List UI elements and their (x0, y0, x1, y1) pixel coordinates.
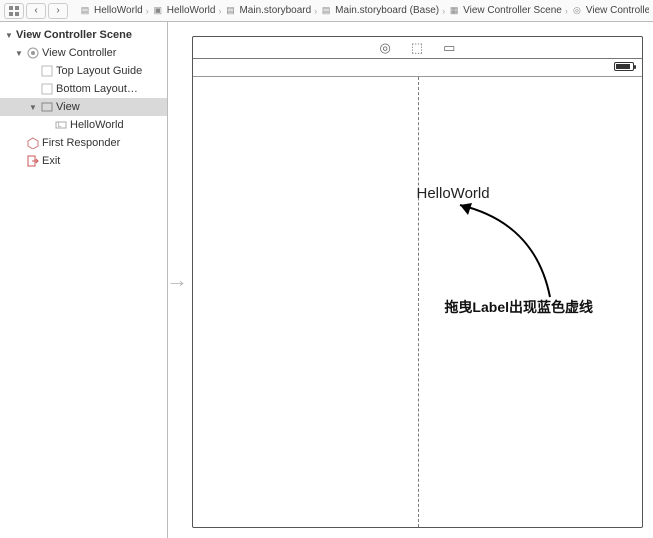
grid-icon (9, 6, 19, 16)
file-icon: ▤ (79, 5, 91, 17)
view-icon (40, 100, 54, 114)
outline-label: View Controller (42, 47, 116, 59)
disclosure-triangle-icon[interactable]: ▼ (28, 103, 38, 112)
label-icon: L (54, 118, 68, 132)
outline-view[interactable]: ▼ View (0, 98, 167, 116)
vc-icon: ◎ (571, 5, 583, 17)
outline-label-helloworld[interactable]: L HelloWorld (0, 116, 167, 134)
crumb-storyboard-base[interactable]: ▤Main.storyboard (Base) (317, 5, 442, 17)
status-bar (193, 59, 642, 77)
crumb-viewcontroller[interactable]: ◎View Controller (568, 5, 649, 17)
crumb-folder[interactable]: ▣HelloWorld (149, 5, 219, 17)
outline-label: First Responder (42, 137, 120, 149)
outline-top-layout-guide[interactable]: Top Layout Guide (0, 62, 167, 80)
back-button[interactable]: ‹ (26, 3, 46, 19)
layout-guide-icon (40, 82, 54, 96)
outline-label: HelloWorld (70, 119, 124, 131)
document-outline: ▼ View Controller Scene ▼ View Controlle… (0, 22, 168, 538)
forward-button[interactable]: › (48, 3, 68, 19)
outline-viewcontroller[interactable]: ▼ View Controller (0, 44, 167, 62)
folder-icon: ▣ (152, 5, 164, 17)
vc-dock-icon[interactable]: ◎ (380, 40, 391, 56)
crumb-label: HelloWorld (167, 5, 216, 16)
outline-label: View Controller Scene (16, 29, 132, 41)
crumb-label: Main.storyboard (239, 5, 311, 16)
vc-icon (26, 46, 40, 60)
exit-icon (26, 154, 40, 168)
initial-vc-arrow-icon: → (166, 267, 188, 293)
outline-scene[interactable]: ▼ View Controller Scene (0, 26, 167, 44)
battery-icon (614, 62, 634, 71)
chevron-right-icon: › (56, 5, 59, 16)
disclosure-triangle-icon[interactable]: ▼ (4, 31, 14, 40)
crumb-label: Main.storyboard (Base) (335, 5, 439, 16)
jump-bar: ‹ › ▤HelloWorld › ▣HelloWorld › ▤Main.st… (0, 0, 653, 22)
crumb-project[interactable]: ▤HelloWorld (76, 5, 146, 17)
crumb-label: View Controller (586, 5, 649, 16)
scene-icon: ▦ (448, 5, 460, 17)
crumb-scene[interactable]: ▦View Controller Scene (445, 5, 565, 17)
outline-label: Exit (42, 155, 60, 167)
related-items-button[interactable] (4, 3, 24, 19)
annotation-text: 拖曳Label出现蓝色虚线 (444, 297, 593, 317)
breadcrumb: ▤HelloWorld › ▣HelloWorld › ▤Main.storyb… (76, 5, 649, 17)
first-responder-dock-icon[interactable]: ⬚ (411, 40, 423, 56)
outline-label: Top Layout Guide (56, 65, 142, 77)
view-controller-frame[interactable]: ◎ ⬚ ▭ HelloWorld 拖曳Label出现蓝色虚线 (192, 36, 643, 528)
file-icon: ▤ (320, 5, 332, 17)
scene-dock: ◎ ⬚ ▭ (193, 37, 642, 59)
layout-guide-icon (40, 64, 54, 78)
root-view[interactable]: HelloWorld 拖曳Label出现蓝色虚线 (193, 77, 642, 527)
outline-label: Bottom Layout… (56, 83, 138, 95)
crumb-storyboard[interactable]: ▤Main.storyboard (221, 5, 314, 17)
helloworld-label[interactable]: HelloWorld (417, 185, 490, 202)
crumb-label: HelloWorld (94, 5, 143, 16)
file-icon: ▤ (224, 5, 236, 17)
outline-bottom-layout-guide[interactable]: Bottom Layout… (0, 80, 167, 98)
exit-dock-icon[interactable]: ▭ (443, 40, 455, 56)
interface-builder-canvas[interactable]: → ◎ ⬚ ▭ HelloWorld 拖曳Label出现蓝色虚线 (168, 22, 653, 538)
editor-area: ▼ View Controller Scene ▼ View Controlle… (0, 22, 653, 538)
cube-icon (26, 136, 40, 150)
outline-first-responder[interactable]: First Responder (0, 134, 167, 152)
center-alignment-guide (418, 77, 419, 527)
crumb-label: View Controller Scene (463, 5, 562, 16)
disclosure-triangle-icon[interactable]: ▼ (14, 49, 24, 58)
annotation-arrow-icon (440, 197, 560, 307)
outline-label: View (56, 101, 80, 113)
outline-exit[interactable]: Exit (0, 152, 167, 170)
chevron-left-icon: ‹ (34, 5, 37, 16)
